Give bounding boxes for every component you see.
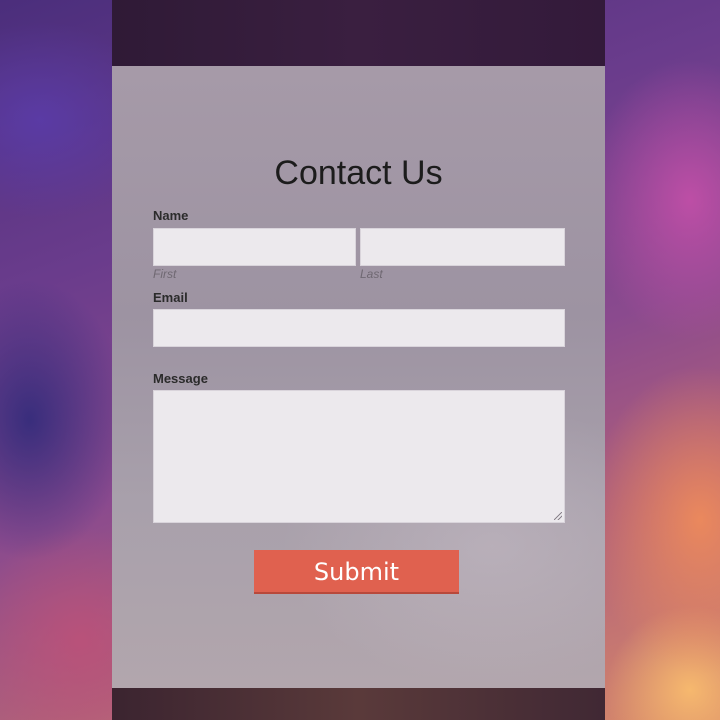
header-band [112,0,605,66]
first-name-input[interactable] [153,228,356,266]
email-label: Email [153,290,188,305]
email-field[interactable] [153,309,565,347]
first-sublabel: First [153,267,177,281]
message-textarea[interactable] [153,390,565,523]
name-label: Name [153,208,189,223]
page-title: Contact Us [274,154,443,192]
resize-grip-icon[interactable] [554,512,562,520]
last-name-input[interactable] [360,228,565,266]
last-sublabel: Last [360,267,383,281]
submit-button[interactable]: Submit [254,550,459,594]
message-label: Message [153,371,208,386]
contact-form-panel: Contact Us Name First Last Email Message… [112,66,605,688]
footer-band [112,688,605,720]
